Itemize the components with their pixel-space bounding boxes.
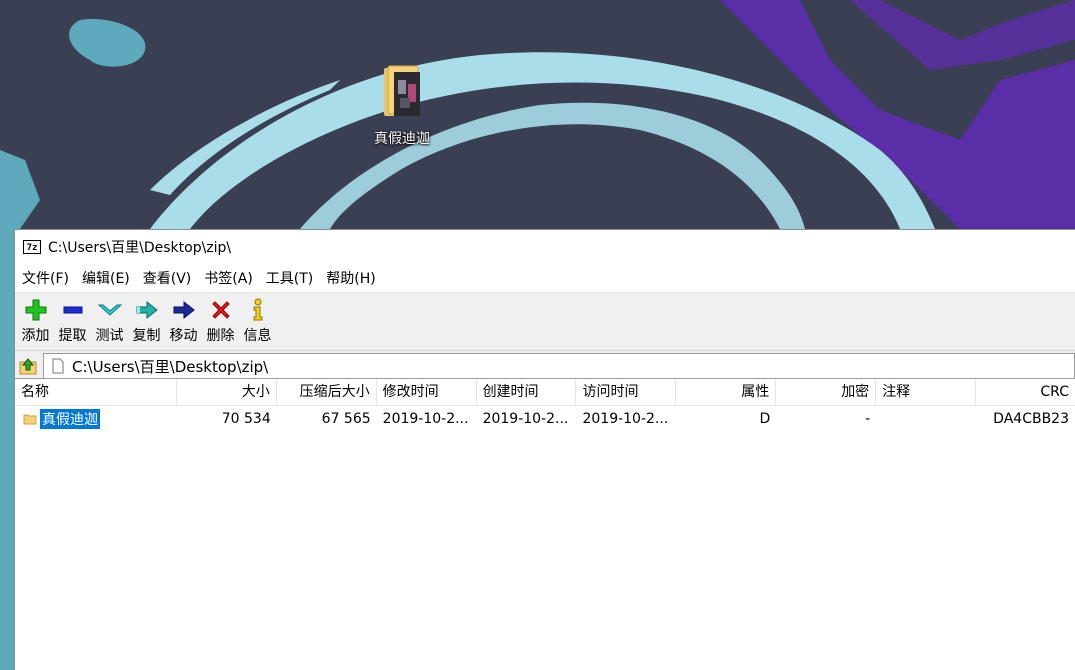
column-crc[interactable]: CRC <box>976 379 1075 405</box>
menu-file[interactable]: 文件(F) <box>20 268 76 288</box>
7zip-window: 7z C:\Users\百里\Desktop\zip\ 文件(F) 编辑(E) … <box>14 229 1075 670</box>
row-size: 70 534 <box>221 411 271 427</box>
info-button[interactable]: 信息 <box>239 295 276 350</box>
row-encrypted: - <box>865 411 871 427</box>
row-modified: 2019-10-2... <box>382 411 469 427</box>
menu-view[interactable]: 查看(V) <box>141 268 199 288</box>
extract-icon <box>63 306 82 314</box>
test-icon <box>97 304 122 316</box>
add-button[interactable]: 添加 <box>17 295 54 350</box>
row-name-text: 真假迪迦 <box>39 409 101 429</box>
delete-label: 删除 <box>206 328 235 344</box>
up-folder-icon <box>19 358 37 375</box>
info-icon <box>253 298 262 321</box>
test-label: 测试 <box>95 328 124 344</box>
test-button[interactable]: 测试 <box>91 295 128 350</box>
add-icon <box>25 299 46 321</box>
row-created: 2019-10-2... <box>482 411 569 427</box>
row-accessed: 2019-10-2... <box>582 411 669 427</box>
copy-icon <box>136 300 158 320</box>
info-label: 信息 <box>243 328 272 344</box>
folder-icon <box>23 414 37 425</box>
menu-help[interactable]: 帮助(H) <box>324 268 382 288</box>
copy-label: 复制 <box>132 328 161 344</box>
column-name[interactable]: 名称 <box>15 379 177 405</box>
row-crc: DA4CBB23 <box>993 411 1069 427</box>
column-encrypted[interactable]: 加密 <box>776 379 877 405</box>
column-header-row: 名称 大小 压缩后大小 修改时间 创建时间 访问时间 属性 加密 注释 CRC <box>15 379 1075 406</box>
folder-icon <box>378 62 426 122</box>
address-bar: C:\Users\百里\Desktop\zip\ <box>15 350 1075 381</box>
add-label: 添加 <box>21 328 50 344</box>
move-icon <box>173 300 195 320</box>
move-button[interactable]: 移动 <box>165 295 202 350</box>
column-packed-size[interactable]: 压缩后大小 <box>277 379 377 405</box>
copy-button[interactable]: 复制 <box>128 295 165 350</box>
delete-button[interactable]: 删除 <box>202 295 239 350</box>
desktop-folder-icon[interactable]: 真假迪迦 <box>366 62 438 148</box>
delete-icon <box>211 301 230 319</box>
column-size[interactable]: 大小 <box>177 379 277 405</box>
table-row[interactable]: 真假迪迦 70 534 67 565 2019-10-2... 2019-10-… <box>15 406 1075 432</box>
desktop-icon-label: 真假迪迦 <box>374 131 430 147</box>
toolbar: 添加 提取 测试 复制 移动 删除 信息 <box>15 293 1075 350</box>
file-list: 名称 大小 压缩后大小 修改时间 创建时间 访问时间 属性 加密 注释 CRC … <box>15 378 1075 670</box>
extract-button[interactable]: 提取 <box>54 295 91 350</box>
row-attributes: D <box>759 411 771 427</box>
column-attributes[interactable]: 属性 <box>676 379 777 405</box>
column-created[interactable]: 创建时间 <box>477 379 577 405</box>
7zip-app-icon: 7z <box>23 240 41 254</box>
column-accessed[interactable]: 访问时间 <box>576 379 677 405</box>
title-bar[interactable]: 7z C:\Users\百里\Desktop\zip\ <box>15 230 1075 264</box>
up-folder-button[interactable] <box>15 353 41 379</box>
document-icon <box>52 358 64 374</box>
row-packed-size: 67 565 <box>321 411 371 427</box>
extract-label: 提取 <box>58 328 87 344</box>
menu-edit[interactable]: 编辑(E) <box>80 268 137 288</box>
menu-bar: 文件(F) 编辑(E) 查看(V) 书签(A) 工具(T) 帮助(H) <box>15 264 1075 293</box>
column-modified[interactable]: 修改时间 <box>377 379 477 405</box>
address-text: C:\Users\百里\Desktop\zip\ <box>72 357 269 376</box>
window-title: C:\Users\百里\Desktop\zip\ <box>48 240 232 256</box>
menu-tools[interactable]: 工具(T) <box>264 268 320 288</box>
move-label: 移动 <box>169 328 198 344</box>
address-input[interactable]: C:\Users\百里\Desktop\zip\ <box>43 353 1075 379</box>
menu-bookmarks[interactable]: 书签(A) <box>202 268 260 288</box>
row-name-cell: 真假迪迦 <box>15 409 177 429</box>
column-comment[interactable]: 注释 <box>876 379 977 405</box>
